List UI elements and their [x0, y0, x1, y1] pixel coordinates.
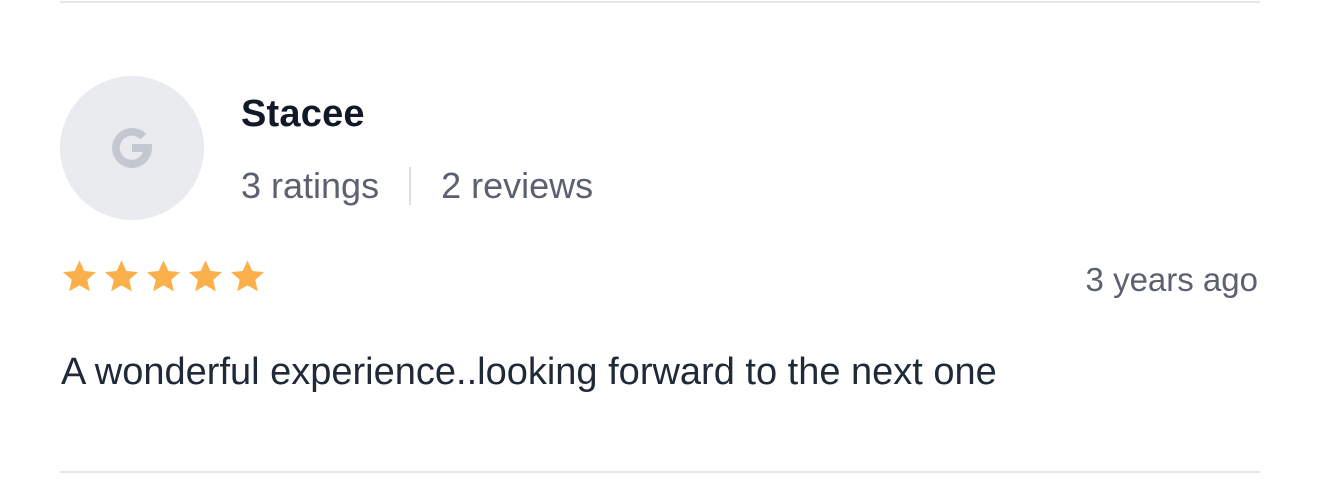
reviewer-stats: 3 ratings 2 reviews: [241, 164, 593, 208]
review-card: Stacee 3 ratings 2 reviews 3 years ago A…: [0, 0, 1320, 485]
reviews-count: 2 reviews: [441, 165, 594, 206]
star-icon: [144, 258, 183, 296]
star-rating: [60, 258, 267, 296]
top-divider: [60, 1, 1260, 3]
ratings-count: 3 ratings: [241, 165, 380, 206]
google-g-icon: [112, 127, 152, 168]
reviewer-name[interactable]: Stacee: [241, 92, 365, 136]
bottom-divider: [60, 471, 1260, 473]
stats-separator: [409, 167, 412, 205]
star-icon: [60, 258, 99, 296]
review-text: A wonderful experience..looking forward …: [61, 351, 997, 393]
star-icon: [186, 258, 225, 296]
star-icon: [228, 258, 267, 296]
review-timestamp: 3 years ago: [1085, 261, 1258, 298]
avatar[interactable]: [60, 76, 204, 220]
star-icon: [102, 258, 141, 296]
